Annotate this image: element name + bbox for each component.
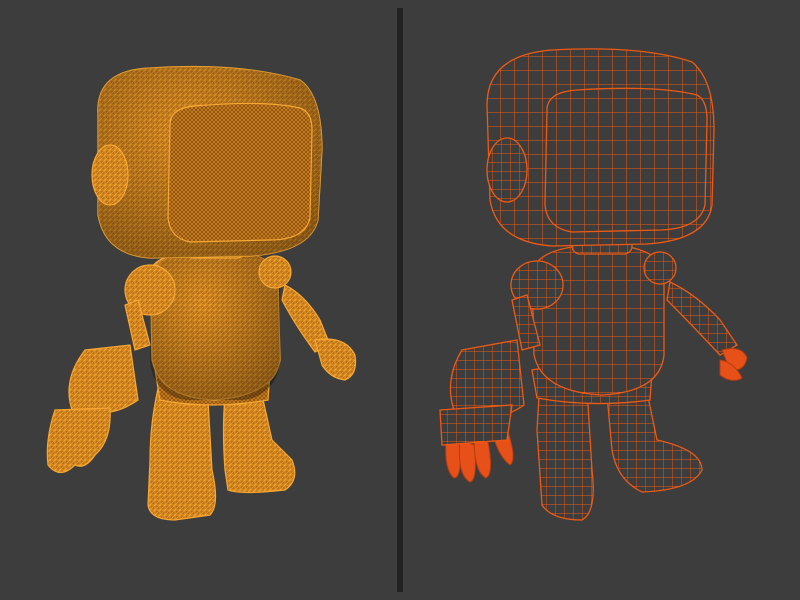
right-robot xyxy=(439,48,748,521)
quad-mesh-robot xyxy=(439,48,748,521)
left-robot xyxy=(46,65,357,521)
left-panel-dense-mesh xyxy=(0,0,398,600)
comparison-image xyxy=(0,0,800,600)
right-panel-quad-mesh xyxy=(402,0,800,600)
dense-mesh-robot xyxy=(46,65,357,521)
